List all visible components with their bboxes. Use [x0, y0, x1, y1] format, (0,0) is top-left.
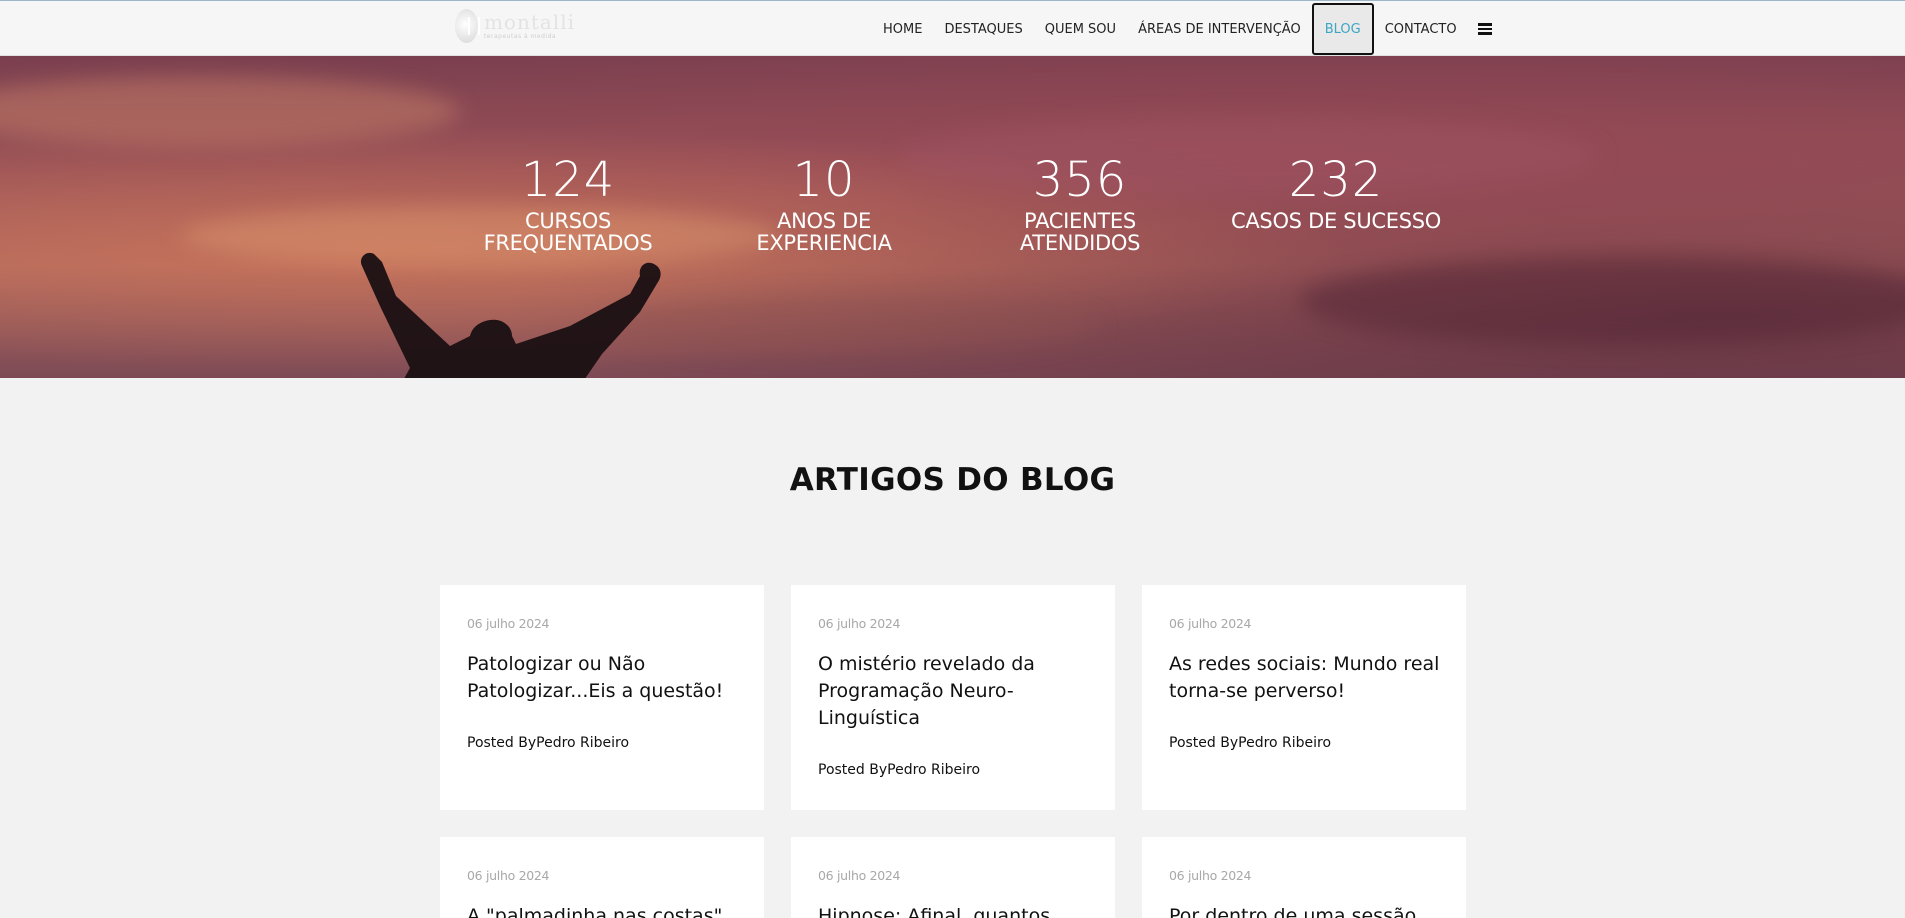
stat-label-line2: EXPERIENCIA [756, 231, 892, 255]
stat-number: 124 [520, 152, 616, 208]
nav-item-home[interactable]: HOME [872, 3, 933, 55]
nav-item-destaques[interactable]: DESTAQUES [933, 3, 1033, 55]
post-author-prefix: Posted By [467, 735, 537, 751]
blog-card[interactable]: 06 julho 2024 Hipnose: Afinal, quantos [791, 837, 1115, 918]
stat-label-line1: PACIENTES [1024, 209, 1136, 233]
post-author-name[interactable]: Pedro Ribeiro [1238, 735, 1331, 751]
nav-item-contacto[interactable]: CONTACTO [1374, 3, 1468, 55]
stat-casos: 232 CASOS DE SUCESSO [1208, 150, 1464, 320]
stat-number: 232 [1288, 152, 1384, 208]
stat-number: 356 [1032, 152, 1128, 208]
stat-cursos: 124 CURSOS FREQUENTADOS [440, 150, 696, 320]
top-navbar: montalli terapeutas à medida HOME DESTAQ… [0, 0, 1905, 56]
post-title[interactable]: Por dentro de uma sessão [1169, 903, 1449, 918]
stat-label-line1: ANOS DE [777, 209, 871, 233]
stat-label-line2: ATENDIDOS [1019, 231, 1141, 255]
post-title[interactable]: Hipnose: Afinal, quantos [818, 903, 1098, 918]
post-date: 06 julho 2024 [1169, 616, 1252, 631]
blog-card[interactable]: 06 julho 2024 Por dentro de uma sessão [1142, 837, 1466, 918]
post-author-name[interactable]: Pedro Ribeiro [887, 762, 980, 778]
hero-stats-banner: 124 CURSOS FREQUENTADOS 10 ANOS DE EXPER… [0, 56, 1905, 378]
stat-number: 10 [792, 152, 856, 208]
post-title[interactable]: As redes sociais: Mundo real torna-se pe… [1169, 651, 1449, 705]
nav-item-areas-de-intervencao[interactable]: ÁREAS DE INTERVENÇÃO [1127, 3, 1312, 55]
post-author: Posted ByPedro Ribeiro [1169, 735, 1331, 751]
stat-label-line2: FREQUENTADOS [483, 231, 653, 255]
post-date: 06 julho 2024 [467, 868, 550, 883]
stat-anos: 10 ANOS DE EXPERIENCIA [696, 150, 952, 320]
stat-label-line1: CURSOS [524, 209, 611, 233]
stats-row: 124 CURSOS FREQUENTADOS 10 ANOS DE EXPER… [440, 150, 1464, 320]
stat-pacientes: 356 PACIENTES ATENDIDOS [952, 150, 1208, 320]
site-logo[interactable]: montalli terapeutas à medida [455, 9, 575, 43]
post-date: 06 julho 2024 [1169, 868, 1252, 883]
blog-card[interactable]: 06 julho 2024 As redes sociais: Mundo re… [1142, 585, 1466, 810]
logo-name: montalli [483, 10, 575, 34]
blog-section-title: ARTIGOS DO BLOG [789, 462, 1116, 498]
blog-card[interactable]: 06 julho 2024 Patologizar ou Não Patolog… [440, 585, 764, 810]
logo-mark-icon [455, 9, 480, 43]
blog-card[interactable]: 06 julho 2024 O mistério revelado da Pro… [791, 585, 1115, 810]
blog-card[interactable]: 06 julho 2024 A "palmadinha nas costas" [440, 837, 764, 918]
post-title[interactable]: Patologizar ou Não Patologizar...Eis a q… [467, 651, 747, 705]
main-nav: HOME DESTAQUES QUEM SOU ÁREAS DE INTERVE… [872, 1, 1492, 57]
hamburger-menu-icon[interactable] [1477, 23, 1492, 35]
post-author-prefix: Posted By [818, 762, 888, 778]
logo-tagline: terapeutas à medida [483, 33, 557, 40]
post-date: 06 julho 2024 [818, 868, 901, 883]
post-author: Posted ByPedro Ribeiro [467, 735, 629, 751]
post-title[interactable]: A "palmadinha nas costas" [467, 903, 747, 918]
nav-item-quem-sou[interactable]: QUEM SOU [1034, 3, 1127, 55]
stat-label-line1: CASOS DE SUCESSO [1230, 209, 1442, 233]
nav-item-blog[interactable]: BLOG [1311, 3, 1374, 55]
post-author-name[interactable]: Pedro Ribeiro [536, 735, 629, 751]
post-date: 06 julho 2024 [818, 616, 901, 631]
post-title[interactable]: O mistério revelado da Programação Neuro… [818, 651, 1048, 732]
post-author-prefix: Posted By [1169, 735, 1239, 751]
post-author: Posted ByPedro Ribeiro [818, 762, 980, 778]
post-date: 06 julho 2024 [467, 616, 550, 631]
